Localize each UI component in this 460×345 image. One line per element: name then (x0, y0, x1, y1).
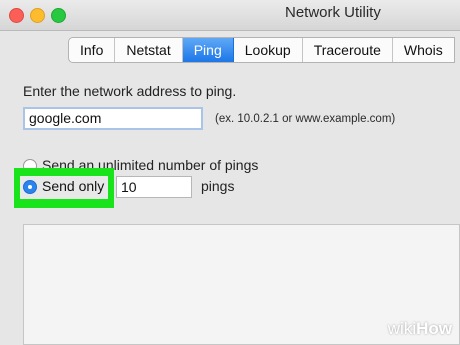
tab-bar: Info Netstat Ping Lookup Traceroute Whoi… (68, 37, 455, 63)
tab-netstat[interactable]: Netstat (115, 38, 183, 62)
ping-count-suffix: pings (201, 178, 235, 194)
tab-lookup[interactable]: Lookup (234, 38, 303, 62)
address-prompt: Enter the network address to ping. (23, 83, 237, 99)
tab-ping[interactable]: Ping (182, 38, 234, 62)
close-window-button[interactable] (9, 8, 24, 23)
address-hint: (ex. 10.0.2.1 or www.example.com) (215, 113, 396, 125)
send-only-radio[interactable] (23, 180, 37, 194)
window-title: Network Utility (285, 4, 381, 21)
title-bar: Network Utility (0, 0, 460, 31)
watermark-brand: wiki (387, 319, 417, 338)
address-input[interactable]: google.com (23, 107, 203, 130)
watermark-logo: wikiHow (388, 319, 452, 339)
zoom-window-button[interactable] (51, 8, 66, 23)
tab-traceroute[interactable]: Traceroute (303, 38, 393, 62)
send-only-label[interactable]: Send only (42, 178, 104, 194)
watermark-brand-suffix: How (416, 319, 452, 338)
tab-whois[interactable]: Whois (393, 38, 454, 62)
minimize-window-button[interactable] (30, 8, 45, 23)
tab-info[interactable]: Info (69, 38, 116, 62)
ping-count-input[interactable]: 10 (116, 176, 192, 198)
